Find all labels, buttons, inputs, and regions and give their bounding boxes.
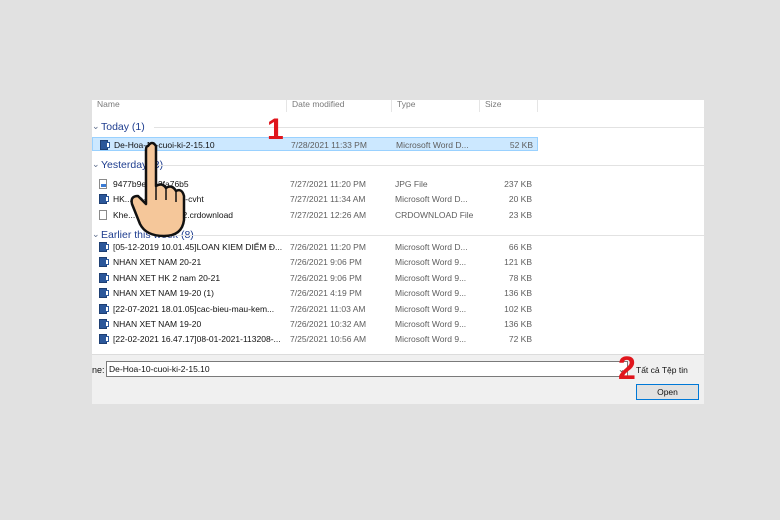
word-icon bbox=[99, 242, 109, 252]
file-name-label: ne: bbox=[92, 365, 105, 375]
word-icon bbox=[99, 288, 109, 299]
image-file-icon bbox=[99, 179, 107, 189]
file-row[interactable]: [05-12-2019 10.01.45]LOAN KIEM DIỂM Đ...… bbox=[92, 240, 538, 254]
file-name: NHAN XET NAM 19-20 bbox=[113, 319, 202, 329]
file-date-modified: 7/26/2021 11:03 AM bbox=[290, 303, 366, 314]
file-row[interactable]: NHAN XET NAM 19-20 7/26/2021 10:32 AM Micr… bbox=[92, 317, 538, 331]
chevron-down-icon[interactable]: ⌄ bbox=[92, 121, 100, 132]
word-icon bbox=[99, 334, 109, 345]
chevron-down-icon[interactable]: ⌄ bbox=[92, 159, 100, 170]
pointing-hand-icon bbox=[130, 141, 186, 238]
file-type: Microsoft Word 9... bbox=[395, 288, 467, 299]
file-type: Microsoft Word D... bbox=[395, 242, 468, 252]
word-icon bbox=[99, 303, 109, 314]
column-header-row: Name Date modified Type Size bbox=[92, 100, 538, 112]
file-name: NHAN XET HK 2 nam 20-21 bbox=[113, 272, 221, 283]
word-icon bbox=[100, 140, 110, 150]
blank-file-icon bbox=[99, 209, 107, 220]
file-size: 72 KB bbox=[508, 334, 532, 345]
file-row[interactable]: NHAN XET NAM 20-21 7/26/2021 9:06 PM Micro… bbox=[92, 255, 538, 269]
file-type: Microsoft Word 9... bbox=[395, 257, 467, 268]
step-marker-1: 1 bbox=[267, 113, 284, 146]
file-type: Microsoft Word 9... bbox=[395, 334, 467, 345]
file-type: Microsoft Word 9... bbox=[395, 303, 467, 314]
file-date-modified: 7/26/2021 4:19 PM bbox=[290, 288, 362, 299]
word-icon bbox=[99, 194, 109, 205]
file-row[interactable]: [22-02-2021 16.47.17]08-01-2021-113208-.… bbox=[92, 332, 538, 346]
file-type: Microsoft Word D... bbox=[396, 140, 469, 150]
group-divider bbox=[154, 235, 704, 236]
file-row[interactable]: [22-07-2021 18.01.05]cac-bieu-mau-kem...… bbox=[92, 302, 538, 316]
column-header-type[interactable]: Type bbox=[392, 100, 480, 112]
dialog-footer: ne: De-Hoa-10-cuoi-ki-2-15.10 ⌄ Tất cả T… bbox=[92, 354, 704, 404]
word-icon bbox=[99, 272, 109, 283]
file-date-modified: 7/28/2021 11:33 PM bbox=[291, 140, 367, 150]
column-header-date-modified[interactable]: Date modified bbox=[287, 100, 392, 112]
file-date-modified: 7/27/2021 12:26 AM bbox=[290, 209, 367, 220]
file-size: 23 KB bbox=[508, 209, 532, 220]
file-type: Microsoft Word 9... bbox=[395, 272, 467, 283]
file-type-select[interactable]: Tất cả Tệp tin bbox=[636, 365, 688, 375]
step-marker-2: 2 bbox=[618, 350, 636, 386]
file-row[interactable]: NHAN XET NAM 19-20 (1) 7/26/2021 4:19 PM M… bbox=[92, 286, 538, 300]
file-size: 121 KB bbox=[504, 257, 532, 268]
file-date-modified: 7/27/2021 11:34 AM bbox=[290, 194, 366, 205]
file-type: Microsoft Word 9... bbox=[395, 319, 467, 329]
file-name: [22-07-2021 18.01.05]cac-bieu-mau-kem... bbox=[113, 303, 275, 314]
file-size: 66 KB bbox=[508, 242, 532, 252]
word-icon bbox=[99, 257, 109, 268]
file-size: 20 KB bbox=[508, 194, 532, 205]
file-name: [05-12-2019 10.01.45]LOAN KIEM DIỂM Đ... bbox=[113, 242, 283, 252]
group-divider bbox=[154, 165, 704, 166]
file-row[interactable]: NHAN XET HK 2 nam 20-21 7/26/2021 9:06 PM… bbox=[92, 271, 538, 285]
group-divider bbox=[154, 127, 704, 128]
chevron-down-icon[interactable]: ⌄ bbox=[92, 229, 100, 240]
file-type: JPG File bbox=[395, 179, 428, 189]
word-icon bbox=[99, 319, 109, 329]
file-size: 102 KB bbox=[504, 303, 532, 314]
file-name: NHAN XET NAM 20-21 bbox=[113, 257, 202, 268]
column-header-name[interactable]: Name bbox=[92, 100, 287, 112]
file-name: NHAN XET NAM 19-20 (1) bbox=[113, 288, 214, 299]
file-type: CRDOWNLOAD File bbox=[395, 209, 474, 220]
column-header-size[interactable]: Size bbox=[480, 100, 538, 112]
file-date-modified: 7/27/2021 11:20 PM bbox=[290, 179, 366, 189]
file-size: 136 KB bbox=[504, 288, 532, 299]
group-header[interactable]: ⌄ Today (1) bbox=[92, 120, 704, 134]
file-size: 237 KB bbox=[504, 179, 532, 189]
file-date-modified: 7/26/2021 9:06 PM bbox=[290, 257, 362, 268]
open-button[interactable]: Open bbox=[636, 384, 699, 400]
file-size: 78 KB bbox=[508, 272, 532, 283]
file-type: Microsoft Word D... bbox=[395, 194, 468, 205]
file-size: 52 KB bbox=[509, 140, 533, 150]
file-date-modified: 7/26/2021 11:20 PM bbox=[290, 242, 366, 252]
file-name: [22-02-2021 16.47.17]08-01-2021-113208-.… bbox=[113, 334, 281, 345]
file-date-modified: 7/26/2021 10:32 AM bbox=[290, 319, 367, 329]
file-date-modified: 7/25/2021 10:56 AM bbox=[290, 334, 367, 345]
file-name-input[interactable]: De-Hoa-10-cuoi-ki-2-15.10 bbox=[106, 361, 628, 377]
file-size: 136 KB bbox=[504, 319, 532, 329]
file-date-modified: 7/26/2021 9:06 PM bbox=[290, 272, 362, 283]
group-label: Today (1) bbox=[101, 121, 145, 133]
